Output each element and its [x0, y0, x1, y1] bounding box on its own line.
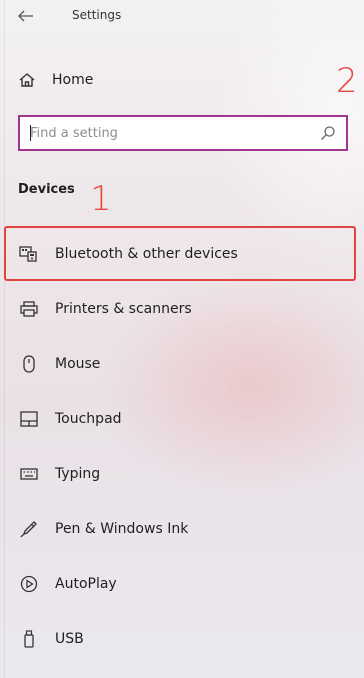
home-link[interactable]: Home	[12, 66, 312, 94]
annotation-number-2: 2	[336, 61, 358, 101]
autoplay-icon	[16, 574, 42, 594]
nav-item-typing[interactable]: Typing	[4, 446, 356, 501]
nav-item-label: Printers & scanners	[55, 300, 192, 317]
nav-item-label: Touchpad	[55, 410, 122, 427]
nav-item-label: USB	[55, 630, 84, 647]
printer-icon	[16, 299, 42, 319]
nav-item-label: Mouse	[55, 355, 101, 372]
mouse-icon	[16, 354, 42, 374]
keyboard-icon	[16, 464, 42, 484]
devices-nav: Bluetooth & other devices Printers & sca…	[4, 226, 356, 666]
nav-item-usb[interactable]: USB	[4, 611, 356, 666]
nav-item-bluetooth[interactable]: Bluetooth & other devices	[4, 226, 356, 281]
nav-item-pen[interactable]: Pen & Windows Ink	[4, 501, 356, 556]
touchpad-icon	[16, 409, 42, 429]
nav-item-autoplay[interactable]: AutoPlay	[4, 556, 356, 611]
settings-window: Settings Home 2 Devices 1	[0, 0, 364, 678]
window-title: Settings	[72, 8, 122, 22]
nav-item-label: Bluetooth & other devices	[55, 245, 238, 262]
nav-item-touchpad[interactable]: Touchpad	[4, 391, 356, 446]
nav-item-label: Pen & Windows Ink	[55, 520, 189, 537]
home-label: Home	[52, 72, 94, 88]
nav-item-printers[interactable]: Printers & scanners	[4, 281, 356, 336]
bluetooth-devices-icon	[16, 244, 42, 264]
usb-icon	[16, 629, 42, 649]
search-box[interactable]	[18, 115, 348, 151]
nav-item-label: AutoPlay	[55, 575, 117, 592]
search-input[interactable]	[30, 117, 310, 149]
back-arrow-icon	[18, 10, 33, 22]
text-caret	[30, 125, 31, 141]
search-icon[interactable]	[320, 125, 336, 141]
annotation-number-1: 1	[90, 179, 112, 219]
nav-item-mouse[interactable]: Mouse	[4, 336, 356, 391]
back-button[interactable]	[12, 5, 40, 27]
nav-item-label: Typing	[55, 465, 101, 482]
pen-icon	[16, 519, 42, 539]
section-title-devices: Devices	[18, 182, 75, 197]
home-icon	[12, 71, 42, 89]
